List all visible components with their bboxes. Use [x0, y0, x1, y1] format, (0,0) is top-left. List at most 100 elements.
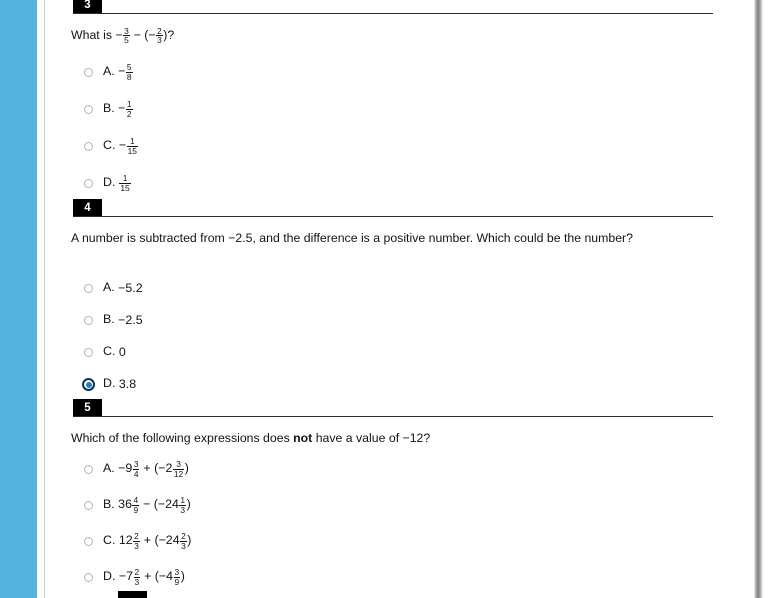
answer-option-value: −9 3 4 + (−2 3 12): [118, 458, 189, 479]
answer-option[interactable]: B. −2.5: [71, 308, 721, 340]
fraction-denominator: 3: [180, 504, 186, 515]
answer-option-value: −1 15: [118, 135, 138, 156]
radio-button[interactable]: [84, 179, 93, 188]
fraction: 49: [132, 496, 140, 514]
question-block: 5 Which of the following expressions does…: [45, 399, 753, 586]
answer-option-letter: A.: [103, 461, 115, 475]
fraction: 23: [133, 532, 140, 550]
answer-option-value: 3.8: [118, 376, 137, 391]
fraction: 12: [125, 100, 133, 119]
fraction-denominator: 15: [127, 145, 137, 156]
answer-option-value: −1 2: [118, 98, 133, 119]
answer-option-value: 0: [118, 344, 126, 359]
question-header: 4: [45, 199, 753, 217]
answer-option[interactable]: B. 36 4 9 − (−24 1 3): [71, 493, 721, 529]
question-number-badge: 3: [73, 0, 102, 14]
fraction: 23: [156, 26, 163, 46]
answer-option-value: −7 2 3 + (−4 3 9): [118, 566, 185, 587]
answer-option-letter: D.: [103, 175, 116, 189]
answer-option-letter: D.: [103, 569, 116, 583]
question-block: 4 A number is subtracted from −2.5, and t…: [45, 199, 753, 391]
answer-options: A. −9 3 4 + (−2 3 12) B. 36 4 9 − (−24 1 3) C. 12 2…: [71, 457, 721, 598]
answer-option-letter: B.: [103, 312, 115, 326]
radio-button[interactable]: [84, 316, 93, 325]
answer-option[interactable]: A. −5.2: [71, 276, 721, 308]
fraction: 1 15: [126, 137, 138, 156]
radio-button[interactable]: [84, 284, 93, 293]
question-header: 5: [45, 399, 753, 417]
radio-button[interactable]: [84, 348, 93, 357]
answer-option-label[interactable]: D. 3.8: [103, 372, 136, 394]
question-prompt: What is −3 5 − (− 2 3)?: [71, 25, 175, 46]
radio-button[interactable]: [84, 105, 93, 114]
answer-option-label[interactable]: A. −9 3 4 + (−2 3 12): [103, 457, 189, 479]
fraction: 58: [125, 63, 133, 82]
answer-option[interactable]: C. 12 2 3 + (−24 2 3): [71, 529, 721, 565]
question-header: 3: [45, 0, 753, 14]
answer-option-letter: B.: [103, 101, 115, 115]
answer-option-letter: C.: [103, 344, 116, 358]
fraction-denominator: 4: [133, 468, 139, 479]
answer-option-label[interactable]: D. −7 2 3 + (−4 3 9): [103, 565, 185, 587]
answer-option-letter: C.: [103, 533, 116, 547]
answer-options: A. −5 8 B. −1 2 C. −1 15 D. 1 15: [71, 60, 721, 208]
fraction-denominator: 3: [134, 576, 140, 587]
radio-button[interactable]: [84, 142, 93, 151]
answer-option-value: 1 15: [119, 173, 131, 193]
fraction: 39: [173, 568, 181, 587]
answer-option-value: −2.5: [118, 312, 143, 327]
fraction: 35: [123, 26, 130, 46]
window-right-scrollbar[interactable]: [753, 0, 768, 598]
fraction-denominator: 5: [124, 35, 129, 46]
answer-options: A. −5.2 B. −2.5 C. 0 D. 3.8: [71, 276, 721, 404]
answer-option-label[interactable]: A. −5.2: [103, 276, 143, 298]
answer-option-label[interactable]: C. 0: [103, 340, 126, 362]
radio-button[interactable]: [84, 68, 93, 77]
answer-option-label[interactable]: C. −1 15: [103, 134, 138, 156]
fraction-denominator: 8: [126, 71, 132, 82]
radio-button[interactable]: [84, 537, 93, 546]
fraction-denominator: 15: [120, 182, 130, 193]
answer-option-label[interactable]: B. −1 2: [103, 97, 133, 119]
fraction: 13: [179, 496, 187, 515]
answer-option-label[interactable]: B. −2.5: [103, 308, 143, 330]
question-prompt: A number is subtracted from −2.5, and th…: [71, 231, 633, 245]
emphasis-text: not: [293, 431, 313, 445]
answer-option-label[interactable]: B. 36 4 9 − (−24 1 3): [103, 493, 191, 515]
fraction-denominator: 9: [174, 576, 180, 587]
answer-option[interactable]: B. −1 2: [71, 97, 721, 134]
answer-option[interactable]: C. −1 15: [71, 134, 721, 171]
answer-option-label[interactable]: A. −5 8: [103, 60, 133, 82]
question-divider-rule: [73, 13, 713, 14]
fraction-denominator: 3: [134, 540, 139, 551]
fraction: 1 15: [119, 174, 131, 193]
question-divider-rule: [73, 416, 713, 417]
fraction-denominator: 3: [181, 540, 186, 551]
fraction-denominator: 12: [173, 468, 184, 479]
answer-option-letter: C.: [103, 138, 116, 152]
answer-option-value: −5.2: [118, 280, 143, 295]
answer-option[interactable]: A. −9 3 4 + (−2 3 12): [71, 457, 721, 493]
fraction-denominator: 3: [157, 35, 162, 46]
answer-option-label[interactable]: D. 1 15: [103, 171, 131, 193]
answer-option-value: 36 4 9 − (−24 1 3): [118, 494, 191, 515]
answer-option[interactable]: A. −5 8: [71, 60, 721, 97]
fraction: 34: [132, 460, 140, 479]
radio-button[interactable]: [84, 573, 93, 582]
answer-option-letter: A.: [103, 280, 115, 294]
answer-option-label[interactable]: C. 12 2 3 + (−24 2 3): [103, 529, 191, 551]
radio-button-selected[interactable]: [82, 378, 95, 391]
answer-option-letter: A.: [103, 64, 115, 78]
question-prompt: Which of the following expressions does …: [71, 431, 431, 445]
answer-option[interactable]: C. 0: [71, 340, 721, 372]
fraction: 3 12: [172, 460, 185, 479]
answer-option[interactable]: D. −7 2 3 + (−4 3 9): [71, 565, 721, 598]
question-block: 3 What is −3 5 − (− 2 3)? A. −5 8 B. −1 2 C. −1 15…: [45, 0, 753, 192]
left-blue-rail: [0, 0, 37, 598]
fraction: 23: [133, 568, 141, 587]
radio-button[interactable]: [84, 501, 93, 510]
fraction: 23: [180, 532, 187, 550]
fraction-denominator: 2: [126, 108, 132, 119]
quiz-screen: 3 What is −3 5 − (− 2 3)? A. −5 8 B. −1 2 C. −1 15…: [0, 0, 768, 598]
radio-button[interactable]: [84, 465, 93, 474]
